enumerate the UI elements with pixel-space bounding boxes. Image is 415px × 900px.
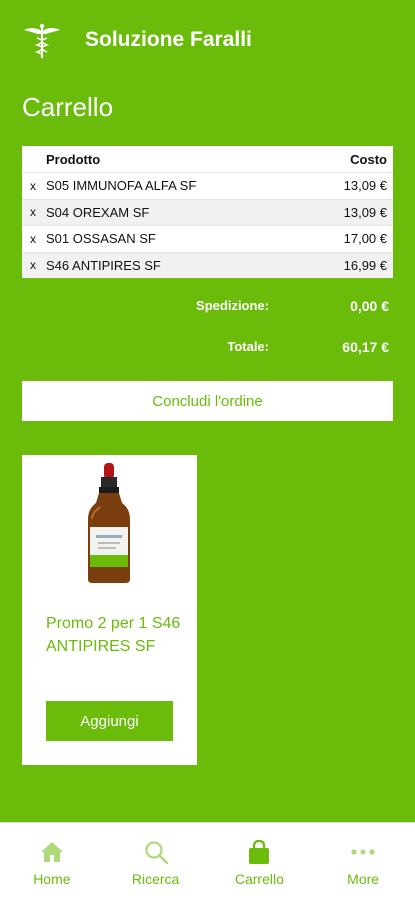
item-name: S46 ANTIPIRES SF: [46, 257, 161, 273]
search-icon: [145, 841, 168, 865]
more-icon: [351, 849, 375, 855]
promo-product-name[interactable]: Promo 2 per 1 S46 ANTIPIRES SF: [46, 612, 191, 658]
total-value: 60,17 €: [342, 339, 389, 355]
tab-home-label: Home: [33, 871, 71, 887]
remove-item-button[interactable]: x: [22, 258, 44, 272]
table-row: x S04 OREXAM SF 13,09 €: [22, 198, 393, 225]
item-cost: 13,09 €: [343, 204, 387, 220]
app-title: Soluzione Faralli: [85, 28, 252, 51]
tab-cart[interactable]: Carrello: [208, 823, 312, 900]
column-header-cost: Costo: [350, 151, 387, 167]
remove-item-button[interactable]: x: [22, 232, 44, 246]
bottom-tab-bar: Home Ricerca Carrello More: [0, 822, 415, 900]
table-row: x S05 IMMUNOFA ALFA SF 13,09 €: [22, 172, 393, 199]
tab-more[interactable]: More: [311, 823, 415, 900]
tab-search[interactable]: Ricerca: [104, 823, 208, 900]
total-label: Totale:: [227, 339, 269, 354]
remove-item-button[interactable]: x: [22, 205, 44, 219]
tab-more-label: More: [347, 871, 380, 887]
shopping-bag-icon: [249, 839, 270, 864]
dropper-bottle-icon: [88, 463, 130, 583]
tab-home[interactable]: Home: [0, 823, 104, 900]
home-icon: [40, 842, 63, 862]
app-header: Soluzione Faralli: [0, 0, 415, 80]
item-name: S01 OSSASAN SF: [46, 231, 156, 247]
add-to-cart-button[interactable]: Aggiungi: [46, 701, 173, 741]
promo-product-card[interactable]: Promo 2 per 1 S46 ANTIPIRES SF Aggiungi: [22, 455, 197, 765]
shipping-value: 0,00 €: [350, 298, 389, 314]
shipping-label: Spedizione:: [196, 298, 269, 313]
table-row: x S01 OSSASAN SF 17,00 €: [22, 225, 393, 252]
checkout-button[interactable]: Concludi l'ordine: [22, 381, 393, 421]
item-name: S05 IMMUNOFA ALFA SF: [46, 178, 197, 194]
item-cost: 17,00 €: [343, 231, 387, 247]
tab-cart-label: Carrello: [234, 871, 284, 887]
cart-table-header: Prodotto Costo: [22, 146, 393, 172]
column-header-product: Prodotto: [46, 151, 101, 167]
item-cost: 16,99 €: [343, 257, 387, 273]
tab-search-label: Ricerca: [131, 871, 180, 887]
caduceus-logo-icon: [24, 23, 60, 59]
item-cost: 13,09 €: [343, 178, 387, 194]
page-title: Carrello: [22, 92, 114, 122]
table-row: x S46 ANTIPIRES SF 16,99 €: [22, 251, 393, 278]
cart-table: Prodotto Costo x S05 IMMUNOFA ALFA SF 13…: [22, 146, 393, 278]
remove-item-button[interactable]: x: [22, 179, 44, 193]
item-name: S04 OREXAM SF: [46, 204, 150, 220]
